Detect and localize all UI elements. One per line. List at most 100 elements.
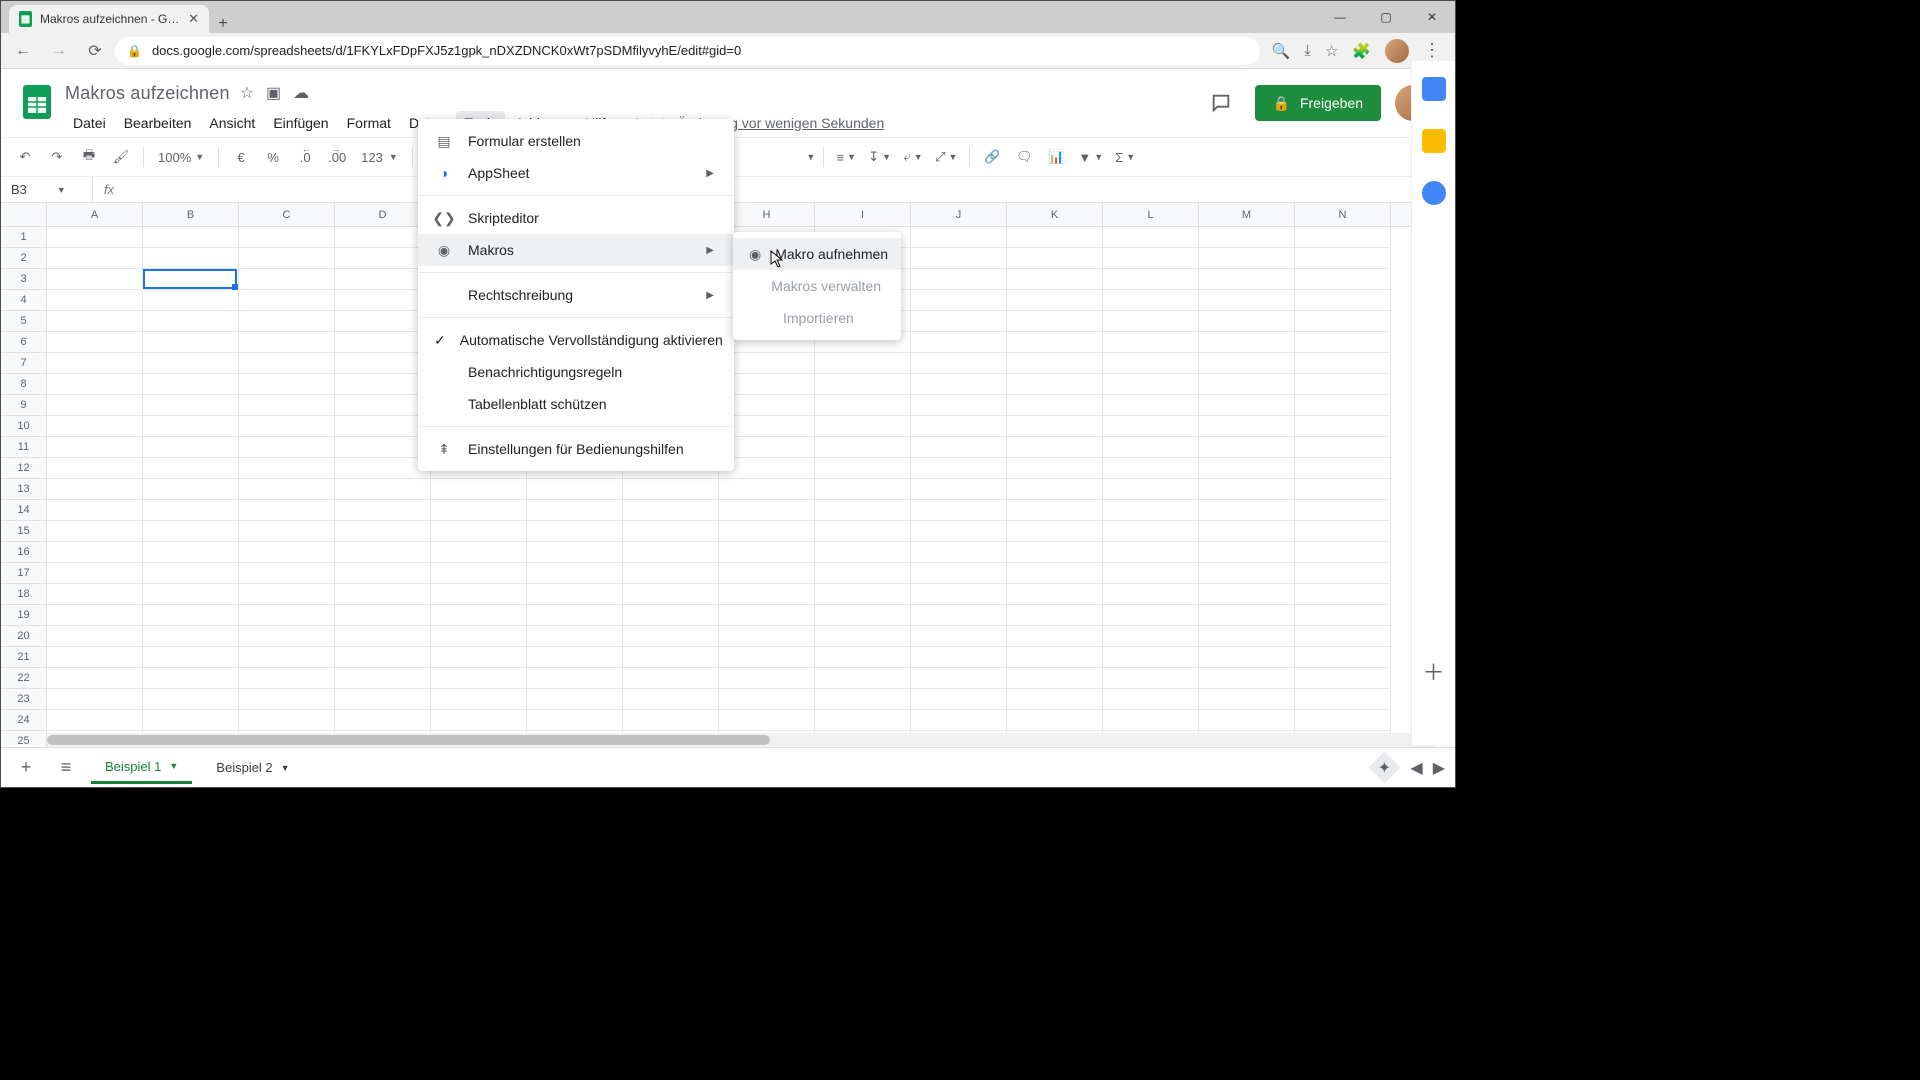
formula-input[interactable]	[125, 177, 1455, 202]
cell[interactable]	[1199, 416, 1295, 437]
cell[interactable]	[47, 395, 143, 416]
cell[interactable]	[1199, 479, 1295, 500]
cell[interactable]	[47, 353, 143, 374]
cell[interactable]	[1007, 458, 1103, 479]
menu-item-import-macros[interactable]: Importieren	[733, 302, 901, 334]
cell[interactable]	[431, 584, 527, 605]
cell[interactable]	[1295, 521, 1391, 542]
cell[interactable]	[143, 710, 239, 731]
cell[interactable]	[47, 458, 143, 479]
cell[interactable]	[1007, 248, 1103, 269]
cell[interactable]	[143, 248, 239, 269]
cell[interactable]	[623, 521, 719, 542]
decrease-decimal-button[interactable]: ←.0	[291, 143, 319, 171]
cell[interactable]	[527, 605, 623, 626]
cell[interactable]	[719, 626, 815, 647]
cell[interactable]	[335, 290, 431, 311]
cell[interactable]	[815, 710, 911, 731]
cell[interactable]	[335, 353, 431, 374]
menu-item-appsheet[interactable]: ◑ AppSheet ▶	[418, 157, 734, 189]
cell[interactable]	[143, 626, 239, 647]
sheet-tab-1[interactable]: Beispiel 1 ▼	[91, 752, 192, 784]
column-header[interactable]: C	[239, 203, 335, 226]
sheets-logo-icon[interactable]	[17, 81, 57, 121]
cell[interactable]	[1295, 500, 1391, 521]
cell[interactable]	[1007, 647, 1103, 668]
cell[interactable]	[1295, 332, 1391, 353]
cell[interactable]	[239, 374, 335, 395]
cell[interactable]	[1007, 374, 1103, 395]
vertical-align-button[interactable]: ↧▼	[864, 143, 895, 171]
window-minimize-button[interactable]: —	[1317, 1, 1363, 33]
cell[interactable]	[239, 584, 335, 605]
cell[interactable]	[911, 563, 1007, 584]
browser-profile-avatar[interactable]	[1385, 39, 1409, 63]
cell[interactable]	[815, 437, 911, 458]
cell[interactable]	[1295, 353, 1391, 374]
cell[interactable]	[1103, 479, 1199, 500]
cell[interactable]	[1007, 227, 1103, 248]
cell[interactable]	[527, 689, 623, 710]
cell[interactable]	[623, 710, 719, 731]
cell[interactable]	[815, 689, 911, 710]
sheet-tab-2[interactable]: Beispiel 2 ▼	[202, 752, 303, 784]
cell[interactable]	[815, 500, 911, 521]
cell[interactable]	[815, 605, 911, 626]
cell[interactable]	[815, 416, 911, 437]
cell[interactable]	[1103, 311, 1199, 332]
cell[interactable]	[239, 269, 335, 290]
scroll-sheets-right-button[interactable]: ▶	[1433, 758, 1445, 778]
cell[interactable]	[1199, 269, 1295, 290]
cell[interactable]	[47, 332, 143, 353]
cell[interactable]	[335, 500, 431, 521]
cell[interactable]	[719, 647, 815, 668]
cell[interactable]	[47, 248, 143, 269]
cell[interactable]	[815, 521, 911, 542]
cell[interactable]	[335, 647, 431, 668]
cell[interactable]	[1295, 584, 1391, 605]
cell[interactable]	[335, 542, 431, 563]
row-header[interactable]: 6	[1, 332, 47, 353]
install-app-icon[interactable]: ⤓	[1304, 42, 1311, 59]
cell[interactable]	[815, 542, 911, 563]
cell[interactable]	[431, 647, 527, 668]
cell[interactable]	[1199, 332, 1295, 353]
cell[interactable]	[719, 479, 815, 500]
cell[interactable]	[1103, 689, 1199, 710]
menu-item-macros[interactable]: ◉ Makros ▶	[418, 234, 734, 266]
cell[interactable]	[1295, 437, 1391, 458]
cell[interactable]	[1199, 668, 1295, 689]
cell[interactable]	[911, 458, 1007, 479]
cell[interactable]	[1103, 437, 1199, 458]
row-header[interactable]: 9	[1, 395, 47, 416]
cell[interactable]	[47, 626, 143, 647]
cell[interactable]	[143, 374, 239, 395]
cell[interactable]	[1007, 332, 1103, 353]
row-header[interactable]: 17	[1, 563, 47, 584]
cell[interactable]	[1007, 290, 1103, 311]
cell[interactable]	[1103, 542, 1199, 563]
cell[interactable]	[239, 626, 335, 647]
menu-item-accessibility[interactable]: ⇞ Einstellungen für Bedienungshilfen	[418, 433, 734, 465]
cell[interactable]	[1295, 269, 1391, 290]
cell[interactable]	[1199, 563, 1295, 584]
cell[interactable]	[1007, 437, 1103, 458]
cell[interactable]	[719, 689, 815, 710]
cell[interactable]	[47, 668, 143, 689]
cell[interactable]	[911, 542, 1007, 563]
cell[interactable]	[431, 563, 527, 584]
cell[interactable]	[911, 605, 1007, 626]
menu-format[interactable]: Format	[339, 111, 399, 135]
row-header[interactable]: 18	[1, 584, 47, 605]
cell[interactable]	[1295, 248, 1391, 269]
currency-euro-button[interactable]: €	[227, 143, 255, 171]
menu-item-spelling[interactable]: Rechtschreibung ▶	[418, 279, 734, 311]
row-header[interactable]: 25	[1, 731, 47, 747]
cell[interactable]	[335, 374, 431, 395]
cell[interactable]	[1295, 605, 1391, 626]
cell[interactable]	[335, 395, 431, 416]
cell[interactable]	[1295, 227, 1391, 248]
insert-link-button[interactable]: 🔗	[978, 143, 1006, 171]
cell[interactable]	[239, 605, 335, 626]
row-header[interactable]: 8	[1, 374, 47, 395]
